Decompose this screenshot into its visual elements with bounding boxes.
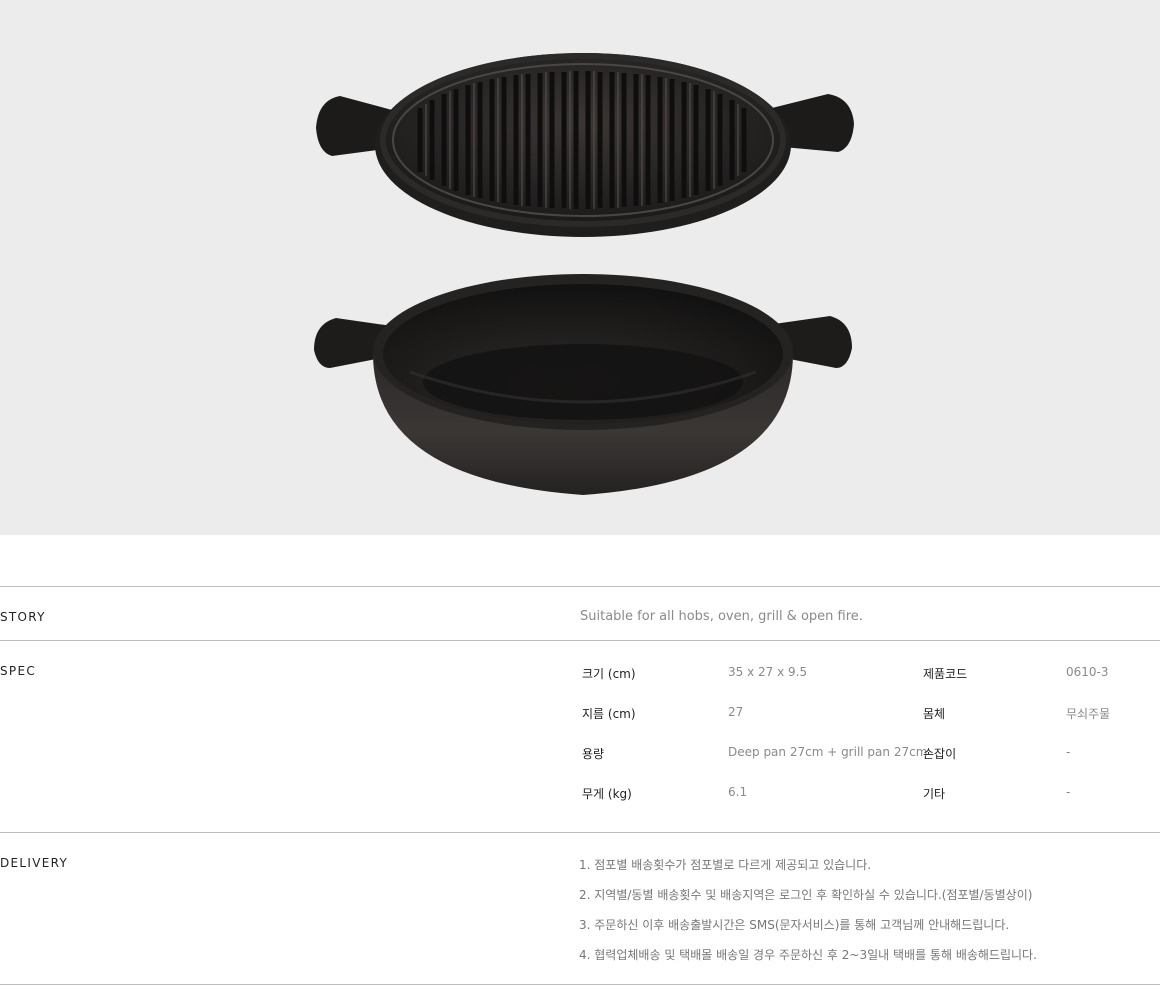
- section-title-story: STORY: [0, 610, 46, 624]
- divider: [0, 832, 1160, 833]
- cast-iron-pan-set-illustration: [314, 53, 854, 495]
- spec-label: 기타: [923, 787, 946, 801]
- delivery-item: 2. 지역별/동별 배송횟수 및 배송지역은 로그인 후 확인하실 수 있습니다…: [579, 888, 1033, 902]
- spec-value: 0610-3: [1066, 665, 1109, 679]
- spec-value: 27: [728, 705, 744, 719]
- spec-label: 제품코드: [923, 667, 968, 681]
- spec-label: 지름 (cm): [582, 707, 636, 721]
- section-title-delivery: DELIVERY: [0, 856, 69, 870]
- product-image: [0, 0, 1160, 535]
- spec-label: 손잡이: [923, 747, 957, 761]
- spec-label: 용량: [582, 747, 605, 761]
- delivery-item: 1. 점포별 배송횟수가 점포별로 다르게 제공되고 있습니다.: [579, 858, 872, 872]
- story-text: Suitable for all hobs, oven, grill & ope…: [580, 609, 863, 624]
- spec-value: 35 x 27 x 9.5: [728, 665, 808, 679]
- spec-value: Deep pan 27cm + grill pan 27cm: [728, 745, 928, 759]
- spec-value: 무쇠주물: [1066, 707, 1111, 721]
- delivery-item: 3. 주문하신 이후 배송출발시간은 SMS(문자서비스)를 통해 고객님께 안…: [579, 918, 1010, 932]
- divider: [0, 586, 1160, 587]
- spec-label: 크기 (cm): [582, 667, 636, 681]
- spec-value: -: [1066, 745, 1071, 759]
- section-title-spec: SPEC: [0, 664, 37, 678]
- spec-label: 몸체: [923, 707, 946, 721]
- divider: [0, 640, 1160, 641]
- delivery-item: 4. 협력업체배송 및 택배몰 배송일 경우 주문하신 후 2~3일내 택배를 …: [579, 948, 1037, 962]
- spec-value: 6.1: [728, 785, 748, 799]
- spec-label: 무게 (kg): [582, 787, 632, 801]
- spec-value: -: [1066, 785, 1071, 799]
- divider: [0, 984, 1160, 985]
